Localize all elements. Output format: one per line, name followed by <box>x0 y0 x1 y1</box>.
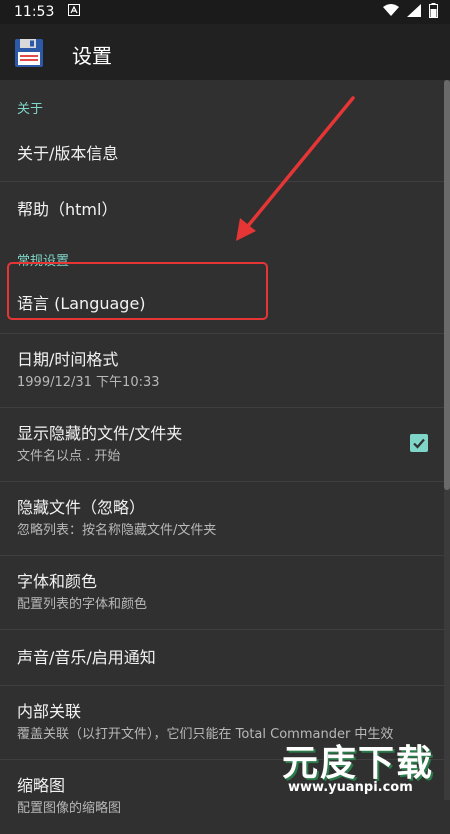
scrollbar[interactable] <box>444 80 450 800</box>
app-bar: 设置 <box>0 24 450 80</box>
setting-title: 显示隐藏的文件/文件夹 <box>17 424 183 443</box>
watermark-url: www.yuanpi.com <box>288 780 413 795</box>
setting-about-version[interactable]: 关于/版本信息 <box>0 126 444 182</box>
setting-summary: 1999/12/31 下午10:33 <box>17 375 160 390</box>
status-time: 11:53 <box>14 4 55 20</box>
battery-icon <box>429 2 438 22</box>
setting-title: 隐藏文件（忽略） <box>17 498 146 517</box>
setting-title: 帮助（html） <box>17 200 118 219</box>
setting-sound-notifications[interactable]: 声音/音乐/启用通知 <box>0 630 444 686</box>
setting-title: 日期/时间格式 <box>17 350 119 369</box>
wifi-icon <box>383 3 399 21</box>
page-title: 设置 <box>72 44 112 68</box>
setting-title: 内部关联 <box>17 702 82 721</box>
setting-summary: 配置列表的字体和颜色 <box>17 597 148 612</box>
setting-title: 关于/版本信息 <box>17 144 119 163</box>
scrollbar-thumb[interactable] <box>444 80 450 490</box>
notification-a-icon <box>68 4 81 20</box>
floppy-disk-icon <box>14 38 44 68</box>
setting-summary: 忽略列表：按名称隐藏文件/文件夹 <box>17 523 217 538</box>
watermark: 元庋下载 www.yuanpi.com <box>278 730 450 800</box>
show-hidden-checkbox[interactable] <box>410 434 428 452</box>
setting-summary: 配置图像的缩略图 <box>17 801 122 816</box>
section-header-about: 关于 <box>17 102 44 117</box>
setting-title: 字体和颜色 <box>17 572 98 591</box>
settings-list: 关于 关于/版本信息 帮助（html） 常规设置 语言 (Language) 日… <box>0 80 444 834</box>
setting-summary: 文件名以点 . 开始 <box>17 449 121 464</box>
checkmark-icon <box>413 438 425 449</box>
setting-help-html[interactable]: 帮助（html） <box>0 182 444 238</box>
setting-fonts-colors[interactable]: 字体和颜色 配置列表的字体和颜色 <box>0 556 444 630</box>
signal-icon <box>407 3 421 21</box>
setting-show-hidden-files[interactable]: 显示隐藏的文件/文件夹 文件名以点 . 开始 <box>0 408 444 482</box>
setting-date-time-format[interactable]: 日期/时间格式 1999/12/31 下午10:33 <box>0 334 444 408</box>
status-bar: 11:53 <box>0 0 450 24</box>
setting-hidden-files-ignore[interactable]: 隐藏文件（忽略） 忽略列表：按名称隐藏文件/文件夹 <box>0 482 444 556</box>
language-highlight-box <box>7 262 268 320</box>
setting-title: 声音/音乐/启用通知 <box>17 648 156 667</box>
watermark-text: 元庋下载 <box>282 743 435 784</box>
